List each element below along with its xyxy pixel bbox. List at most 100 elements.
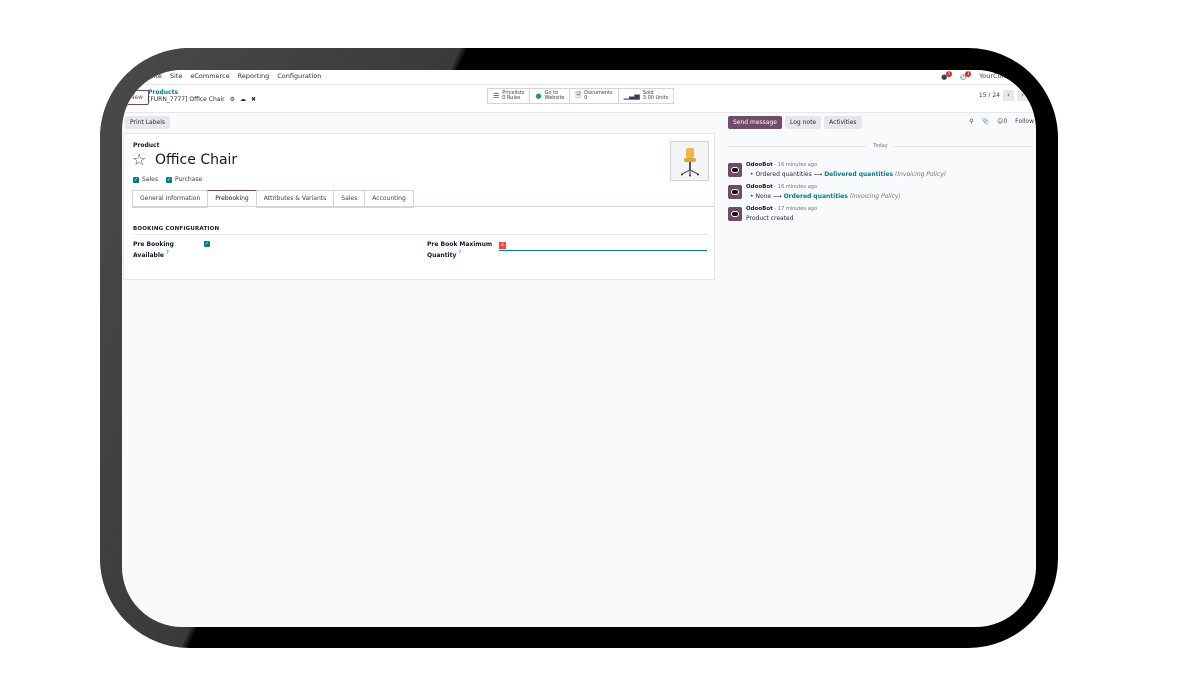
pager-previous-button[interactable]: ‹ — [1003, 90, 1014, 101]
pricelists-value: 0 Rules — [502, 95, 521, 101]
message-author[interactable]: OdooBot — [746, 162, 773, 168]
followers-button[interactable]: ☺0 — [997, 118, 1007, 125]
purchase-label: Purchase — [174, 176, 203, 183]
pre-booking-available-checkbox[interactable]: ✓ — [204, 241, 210, 247]
pre-booking-label-line1: Pre Booking — [133, 241, 174, 248]
followers-count: 0 — [1003, 118, 1008, 125]
message-time: - 16 minutes ago — [774, 184, 818, 190]
avatar[interactable] — [728, 185, 742, 199]
breadcrumb-current: [FURN_7777] Office Chair ⚙ ☁ ✖ — [148, 96, 256, 103]
pager: 15 / 24 ‹ › — [979, 90, 1028, 101]
avatar[interactable] — [728, 207, 742, 221]
max-qty-help[interactable]: ? — [459, 250, 462, 256]
activities-button[interactable]: Activities — [824, 116, 862, 129]
tracked-field: (Invoicing Policy) — [895, 171, 947, 178]
chatter-topbar: Send message Log note Activities — [728, 116, 862, 129]
follow-button[interactable]: Follow — [1015, 118, 1034, 125]
tab-divider — [133, 206, 714, 207]
office-chair-image — [681, 148, 699, 177]
sold-value: 3.00 Units — [642, 95, 669, 101]
purchase-checkbox[interactable]: ✓ — [165, 176, 172, 183]
avatar[interactable] — [728, 163, 742, 177]
chatter-tools: ⚲ 📎 ☺0 Follow — [969, 118, 1034, 125]
day-label: Today — [867, 143, 894, 149]
globe-icon: ● — [535, 92, 542, 100]
new-value: Delivered quantities — [824, 171, 894, 178]
pager-next-button[interactable]: › — [1017, 90, 1028, 101]
discard-icon[interactable]: ✖ — [251, 96, 256, 103]
max-qty-label-line2: Quantity — [427, 252, 457, 259]
message-body: Product created — [746, 215, 794, 222]
section-title: BOOKING CONFIGURATION — [133, 226, 220, 232]
message-time: - 17 minutes ago — [774, 206, 818, 212]
warning-icon: ⚠ — [499, 242, 506, 249]
documents-button[interactable]: 🗎 Documents 0 — [569, 88, 619, 104]
pricelists-button[interactable]: ☰ Pricelists 0 Rules — [487, 88, 531, 104]
app-screen: ebsite Site eCommerce Reporting Configur… — [122, 70, 1036, 627]
old-value: Ordered quantities — [755, 171, 812, 178]
arrow-right-icon: ⟶ — [773, 193, 782, 200]
document-icon: 🗎 — [575, 90, 582, 99]
documents-count: 0 — [584, 95, 588, 101]
menu-configuration[interactable]: Configuration — [277, 72, 321, 80]
chat-badge: 5 — [946, 71, 953, 77]
bar-chart-icon: ▁▃▅ — [623, 92, 640, 100]
form-view: Print Labels Product ☆ Office Chair ✓ Sal… — [122, 113, 722, 627]
list-icon: ☰ — [493, 92, 500, 100]
sold-button[interactable]: ▁▃▅ Sold 3.00 Units — [617, 88, 675, 104]
favorite-star-icon[interactable]: ☆ — [132, 150, 146, 169]
purchase-checkbox-field[interactable]: ✓ Purchase — [165, 176, 203, 183]
sales-label: Sales — [142, 176, 158, 183]
product-image[interactable] — [670, 141, 709, 181]
tracking-value: • Ordered quantities ⟶ Delivered quantit… — [750, 171, 947, 178]
device-frame: ebsite Site eCommerce Reporting Configur… — [100, 48, 1058, 648]
activity-button[interactable]: ◴ 3 — [960, 71, 972, 81]
gear-icon[interactable]: ⚙ — [230, 96, 235, 103]
pre-booking-label-line2: Available — [133, 252, 164, 259]
go-to-website-button[interactable]: ● Go to Website — [529, 88, 571, 104]
breadcrumb: Products [FURN_7777] Office Chair ⚙ ☁ ✖ — [148, 89, 256, 103]
old-value: None — [755, 193, 772, 200]
breadcrumb-products[interactable]: Products — [148, 89, 256, 96]
message-author[interactable]: OdooBot — [746, 184, 773, 190]
sales-checkbox[interactable]: ✓ — [133, 176, 139, 183]
cloud-save-icon[interactable]: ☁ — [240, 96, 246, 103]
print-labels-button[interactable]: Print Labels — [125, 116, 171, 129]
menu-ecommerce[interactable]: eCommerce — [190, 72, 229, 80]
arrow-right-icon: ⟶ — [813, 171, 823, 178]
menu-site[interactable]: Site — [170, 72, 182, 80]
app-name[interactable]: ebsite — [142, 72, 162, 80]
pre-book-max-quantity-input[interactable]: ⚠ — [499, 242, 707, 251]
message-author[interactable]: OdooBot — [746, 206, 773, 212]
new-button[interactable]: New — [124, 90, 150, 105]
product-name[interactable]: Office Chair — [155, 152, 237, 168]
form-sheet: Product ☆ Office Chair ✓ Sales ✓ Purchase — [123, 133, 715, 280]
log-note-button[interactable]: Log note — [784, 116, 822, 129]
product-options: ✓ Sales ✓ Purchase — [133, 176, 202, 183]
smart-buttons: ☰ Pricelists 0 Rules ● Go to Website 🗎 Doc… — [487, 88, 675, 104]
new-value: Ordered quantities — [783, 193, 848, 200]
product-label: Product — [133, 142, 160, 149]
tracking-value: • None ⟶ Ordered quantities (Invoicing P… — [750, 193, 901, 200]
sales-checkbox-field[interactable]: ✓ Sales — [133, 176, 158, 183]
menu-reporting[interactable]: Reporting — [238, 72, 270, 80]
navbar-systray: ● 5 ◴ 3 YourCompa — [941, 71, 1016, 81]
record-title: [FURN_7777] Office Chair — [148, 96, 225, 103]
pre-booking-help[interactable]: ? — [166, 250, 169, 256]
day-separator: Today — [728, 143, 1033, 149]
paperclip-icon[interactable]: 📎 — [982, 118, 989, 125]
control-panel: New Products [FURN_7777] Office Chair ⚙ … — [122, 85, 1036, 113]
chat-button[interactable]: ● 5 — [941, 71, 953, 81]
chatter: Send message Log note Activities ⚲ 📎 ☺0 … — [722, 113, 1036, 627]
pre-book-max-quantity-label: Pre Book Maximum Quantity ? — [427, 240, 492, 260]
send-message-button[interactable]: Send message — [728, 116, 782, 129]
website-label: Website — [544, 95, 565, 101]
tracked-field: (Invoicing Policy) — [849, 193, 901, 200]
search-icon[interactable]: ⚲ — [969, 118, 973, 125]
max-qty-label-line1: Pre Book Maximum — [427, 241, 493, 248]
section-divider — [133, 234, 708, 235]
documents-label: Documents — [584, 89, 613, 96]
main-menu: ebsite Site eCommerce Reporting Configur… — [142, 72, 321, 80]
pager-value[interactable]: 15 / 24 — [979, 92, 1000, 99]
company-switcher[interactable]: YourCompa — [979, 72, 1016, 80]
